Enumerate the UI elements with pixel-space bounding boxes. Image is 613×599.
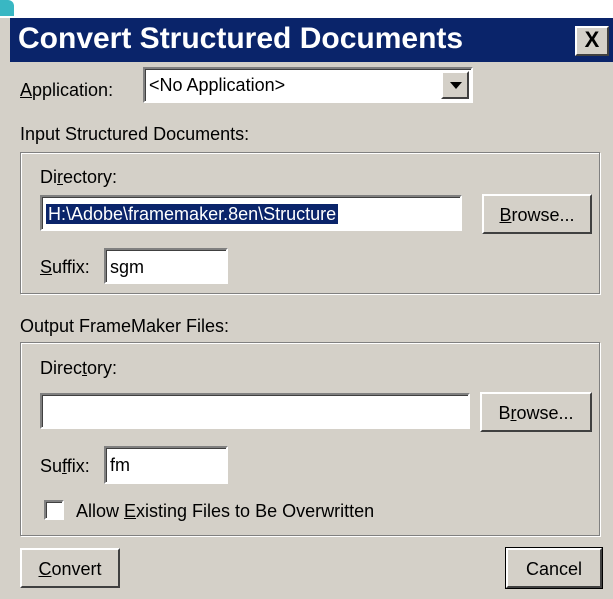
input-section-label: Input Structured Documents:: [20, 124, 250, 144]
corner-accent-icon: [0, 0, 14, 16]
output-suffix-field[interactable]: fm: [104, 446, 228, 484]
input-directory-label: Directory:: [40, 167, 118, 187]
chevron-down-icon: [450, 82, 462, 89]
output-directory-label: Directory:: [40, 358, 118, 378]
dialog-title: Convert Structured Documents: [18, 22, 464, 55]
title-bar: Convert Structured Documents X: [10, 18, 613, 62]
convert-button[interactable]: Convert: [20, 548, 120, 588]
output-browse-button[interactable]: Browse...: [480, 392, 592, 432]
cancel-button[interactable]: Cancel: [505, 547, 603, 589]
input-suffix-field[interactable]: sgm: [104, 248, 228, 284]
input-browse-button[interactable]: Browse...: [482, 194, 592, 234]
application-select-value: <No Application>: [149, 75, 286, 95]
output-section-label: Output FrameMaker Files:: [20, 316, 230, 336]
application-select[interactable]: <No Application>: [143, 67, 473, 103]
application-label: Application:: [20, 80, 114, 100]
input-suffix-label: Suffix:: [40, 257, 90, 277]
overwrite-label: Allow Existing Files to Be Overwritten: [76, 501, 375, 521]
application-dropdown-button[interactable]: [441, 71, 469, 99]
overwrite-checkbox[interactable]: [44, 500, 64, 520]
input-directory-field[interactable]: H:\Adobe\framemaker.8en\Structure: [40, 195, 462, 231]
output-suffix-label: Suffix:: [40, 456, 90, 476]
output-directory-field[interactable]: [40, 393, 470, 429]
close-icon: X: [584, 27, 600, 52]
close-button[interactable]: X: [575, 26, 609, 56]
input-directory-value: H:\Adobe\framemaker.8en\Structure: [46, 204, 339, 224]
top-strip: [0, 0, 613, 18]
